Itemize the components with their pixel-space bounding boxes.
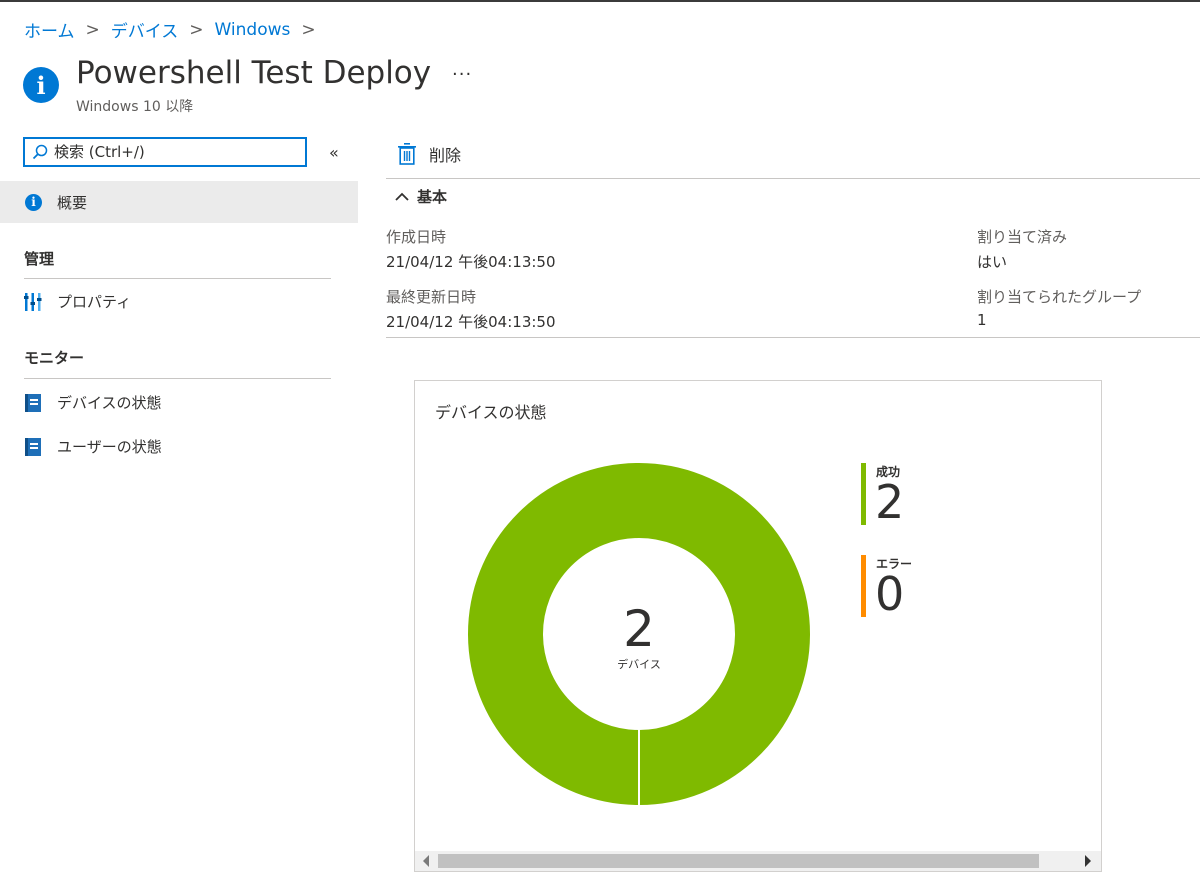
search-input[interactable] — [54, 143, 284, 161]
modified-value: 21/04/12 午後04:13:50 — [386, 313, 556, 331]
collapse-nav-button[interactable]: « — [329, 143, 339, 162]
assigned-groups-value[interactable]: 1 — [977, 311, 987, 329]
chevron-right-icon: > — [189, 19, 204, 40]
scrollbar-thumb[interactable] — [438, 854, 1039, 868]
breadcrumb-devices[interactable]: デバイス — [111, 17, 179, 42]
divider — [24, 378, 331, 379]
chevron-up-icon — [395, 192, 409, 201]
divider — [24, 278, 331, 279]
essentials-toggle[interactable]: 基本 — [395, 186, 447, 207]
created-label: 作成日時 — [386, 228, 447, 246]
assigned-label: 割り当て済み — [977, 228, 1068, 246]
sidebar-item-label: ユーザーの状態 — [57, 438, 162, 456]
scroll-left-arrow-icon[interactable] — [423, 855, 429, 867]
window-top-border — [0, 0, 1200, 2]
trash-icon — [398, 143, 416, 165]
legend-swatch — [861, 555, 866, 617]
section-header-monitor: モニター — [24, 349, 85, 367]
sidebar-item-label: プロパティ — [57, 293, 132, 311]
report-icon — [25, 393, 41, 412]
created-value: 21/04/12 午後04:13:50 — [386, 253, 556, 271]
properties-icon — [24, 292, 42, 311]
info-icon: i — [25, 193, 42, 211]
legend-swatch — [861, 463, 866, 525]
breadcrumb-home[interactable]: ホーム — [24, 17, 75, 42]
sidebar-item-device-status[interactable]: デバイスの状態 — [24, 392, 162, 413]
more-options-button[interactable]: ··· — [452, 64, 472, 85]
modified-label: 最終更新日時 — [386, 288, 477, 306]
chevron-right-icon: > — [85, 19, 100, 40]
page-subtitle: Windows 10 以降 — [76, 99, 194, 115]
essentials-title: 基本 — [417, 188, 448, 206]
device-status-chart-card: デバイスの状態 2 デバイス 成功 2 エラー 0 — [414, 380, 1102, 872]
sidebar-item-overview[interactable]: i 概要 — [0, 181, 358, 223]
donut-center-value: 2 — [623, 600, 655, 658]
sidebar-item-label: 概要 — [57, 193, 88, 212]
sidebar-item-user-status[interactable]: ユーザーの状態 — [24, 436, 162, 457]
chevron-right-icon: > — [301, 19, 316, 40]
assigned-value: はい — [977, 253, 1008, 271]
info-icon: i — [23, 67, 59, 103]
breadcrumb: ホーム > デバイス > Windows > — [24, 17, 327, 43]
horizontal-scrollbar[interactable] — [415, 851, 1101, 871]
delete-label: 削除 — [429, 146, 462, 165]
scroll-right-arrow-icon[interactable] — [1085, 855, 1091, 867]
section-header-manage: 管理 — [24, 250, 55, 268]
chart-title: デバイスの状態 — [435, 403, 547, 422]
search-icon — [32, 144, 48, 160]
legend-value: 0 — [875, 567, 905, 621]
donut-center-label: デバイス — [617, 657, 661, 671]
delete-button[interactable]: 削除 — [398, 142, 461, 166]
sidebar-item-label: デバイスの状態 — [57, 394, 162, 412]
breadcrumb-windows[interactable]: Windows — [215, 20, 291, 40]
device-status-donut-chart[interactable]: 2 デバイス — [467, 462, 811, 806]
page-title: Powershell Test Deploy — [76, 55, 432, 91]
report-icon — [25, 437, 41, 456]
legend-value: 2 — [875, 475, 905, 529]
divider — [386, 178, 1200, 179]
divider — [386, 337, 1200, 338]
assigned-groups-label: 割り当てられたグループ — [977, 288, 1142, 306]
search-box[interactable] — [23, 137, 307, 167]
sidebar-item-properties[interactable]: プロパティ — [24, 291, 131, 312]
